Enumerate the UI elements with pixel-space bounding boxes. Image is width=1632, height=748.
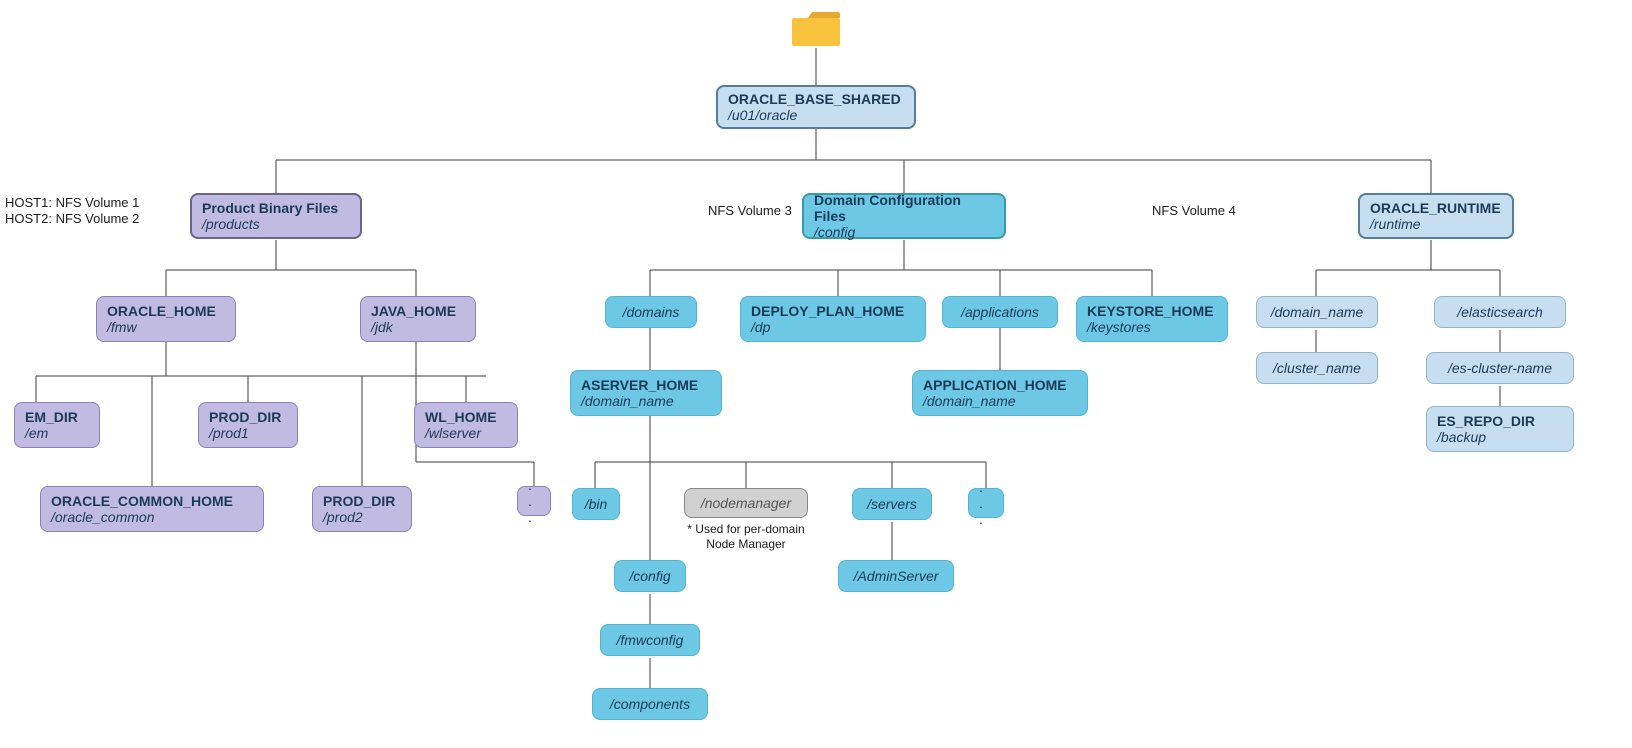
text-title: ES_REPO_DIR	[1437, 413, 1563, 429]
node-domains: /domains	[605, 296, 697, 328]
node-runtime: ORACLE_RUNTIME /runtime	[1358, 193, 1514, 239]
text-path: /components	[610, 696, 690, 712]
text-title: ORACLE_BASE_SHARED	[728, 91, 904, 107]
text-path: /domain_name	[923, 393, 1077, 409]
node-dconfig: /config	[614, 560, 686, 592]
folder-icon	[790, 8, 842, 48]
text-title: APPLICATION_HOME	[923, 377, 1077, 393]
text-path: /config	[814, 224, 994, 240]
text-title: WL_HOME	[425, 409, 507, 425]
text-title: PROD_DIR	[323, 493, 401, 509]
text-path: /applications	[961, 304, 1039, 320]
node-prod-dir-1: PROD_DIR /prod1	[198, 402, 298, 448]
node-application-home: APPLICATION_HOME /domain_name	[912, 370, 1088, 416]
text-path: /u01/oracle	[728, 107, 904, 123]
node-adminserver: /AdminServer	[838, 560, 954, 592]
node-aserver-home: ASERVER_HOME /domain_name	[570, 370, 722, 416]
text-title: DEPLOY_PLAN_HOME	[751, 303, 915, 319]
text-path: /bin	[585, 496, 608, 512]
text-title: Product Binary Files	[202, 200, 350, 216]
node-fmwconfig: /fmwconfig	[600, 624, 700, 656]
label-host2: HOST2: NFS Volume 2	[5, 211, 139, 226]
node-bin: /bin	[572, 488, 620, 520]
node-config: Domain Configuration Files /config	[802, 193, 1006, 239]
text-title: EM_DIR	[25, 409, 89, 425]
text-path: /wlserver	[425, 425, 507, 441]
text-title: ORACLE_HOME	[107, 303, 225, 319]
text-title: JAVA_HOME	[371, 303, 465, 319]
text-path: /products	[202, 216, 350, 232]
node-servers: /servers	[852, 488, 932, 520]
label-host1: HOST1: NFS Volume 1	[5, 195, 139, 210]
text-path: /dp	[751, 319, 915, 335]
footnote-line2: Node Manager	[686, 537, 806, 552]
text-path: . . .	[528, 477, 540, 525]
text-path: /jdk	[371, 319, 465, 335]
text-path: /domain_name	[1271, 304, 1364, 320]
text-path: /domains	[623, 304, 680, 320]
node-rt-cluster: /cluster_name	[1256, 352, 1378, 384]
footnote-nodemanager: * Used for per-domain Node Manager	[686, 522, 806, 552]
node-rt-escluster: /es-cluster-name	[1426, 352, 1574, 384]
text-path: /backup	[1437, 429, 1563, 445]
text-path: /runtime	[1370, 216, 1502, 232]
text-path: /servers	[867, 496, 917, 512]
node-es-repo-dir: ES_REPO_DIR /backup	[1426, 406, 1574, 452]
text-title: ORACLE_COMMON_HOME	[51, 493, 253, 509]
label-nfs4: NFS Volume 4	[1152, 203, 1236, 218]
node-oracle-common-home: ORACLE_COMMON_HOME /oracle_common	[40, 486, 264, 532]
text-path: /domain_name	[581, 393, 711, 409]
node-components: /components	[592, 688, 708, 720]
text-title: KEYSTORE_HOME	[1087, 303, 1217, 319]
text-path: . . .	[979, 479, 993, 527]
node-aserver-more: . . .	[968, 488, 1004, 518]
node-oracle-home: ORACLE_HOME /fmw	[96, 296, 236, 342]
node-deploy-plan-home: DEPLOY_PLAN_HOME /dp	[740, 296, 926, 342]
text-path: /elasticsearch	[1457, 304, 1543, 320]
node-products: Product Binary Files /products	[190, 193, 362, 239]
node-keystore-home: KEYSTORE_HOME /keystores	[1076, 296, 1228, 342]
text-path: /oracle_common	[51, 509, 253, 525]
footnote-line1: * Used for per-domain	[686, 522, 806, 537]
text-title: PROD_DIR	[209, 409, 287, 425]
node-wl-home: WL_HOME /wlserver	[414, 402, 518, 448]
node-jdk-more: . . .	[517, 486, 551, 516]
text-path: /es-cluster-name	[1448, 360, 1552, 376]
text-path: /config	[629, 568, 670, 584]
text-path: /prod2	[323, 509, 401, 525]
text-path: /AdminServer	[854, 568, 939, 584]
node-java-home: JAVA_HOME /jdk	[360, 296, 476, 342]
text-path: /em	[25, 425, 89, 441]
node-prod-dir-2: PROD_DIR /prod2	[312, 486, 412, 532]
text-path: /cluster_name	[1273, 360, 1361, 376]
text-path: /nodemanager	[701, 495, 791, 511]
node-applications: /applications	[942, 296, 1058, 328]
text-title: ASERVER_HOME	[581, 377, 711, 393]
text-title: ORACLE_RUNTIME	[1370, 200, 1502, 216]
node-rt-domain: /domain_name	[1256, 296, 1378, 328]
node-em-dir: EM_DIR /em	[14, 402, 100, 448]
node-oracle-base-shared: ORACLE_BASE_SHARED /u01/oracle	[716, 85, 916, 129]
text-path: /fmw	[107, 319, 225, 335]
text-path: /fmwconfig	[617, 632, 684, 648]
text-path: /prod1	[209, 425, 287, 441]
label-nfs3: NFS Volume 3	[708, 203, 792, 218]
node-rt-elasticsearch: /elasticsearch	[1434, 296, 1566, 328]
text-path: /keystores	[1087, 319, 1217, 335]
text-title: Domain Configuration Files	[814, 192, 994, 224]
node-nodemanager: /nodemanager	[684, 488, 808, 518]
